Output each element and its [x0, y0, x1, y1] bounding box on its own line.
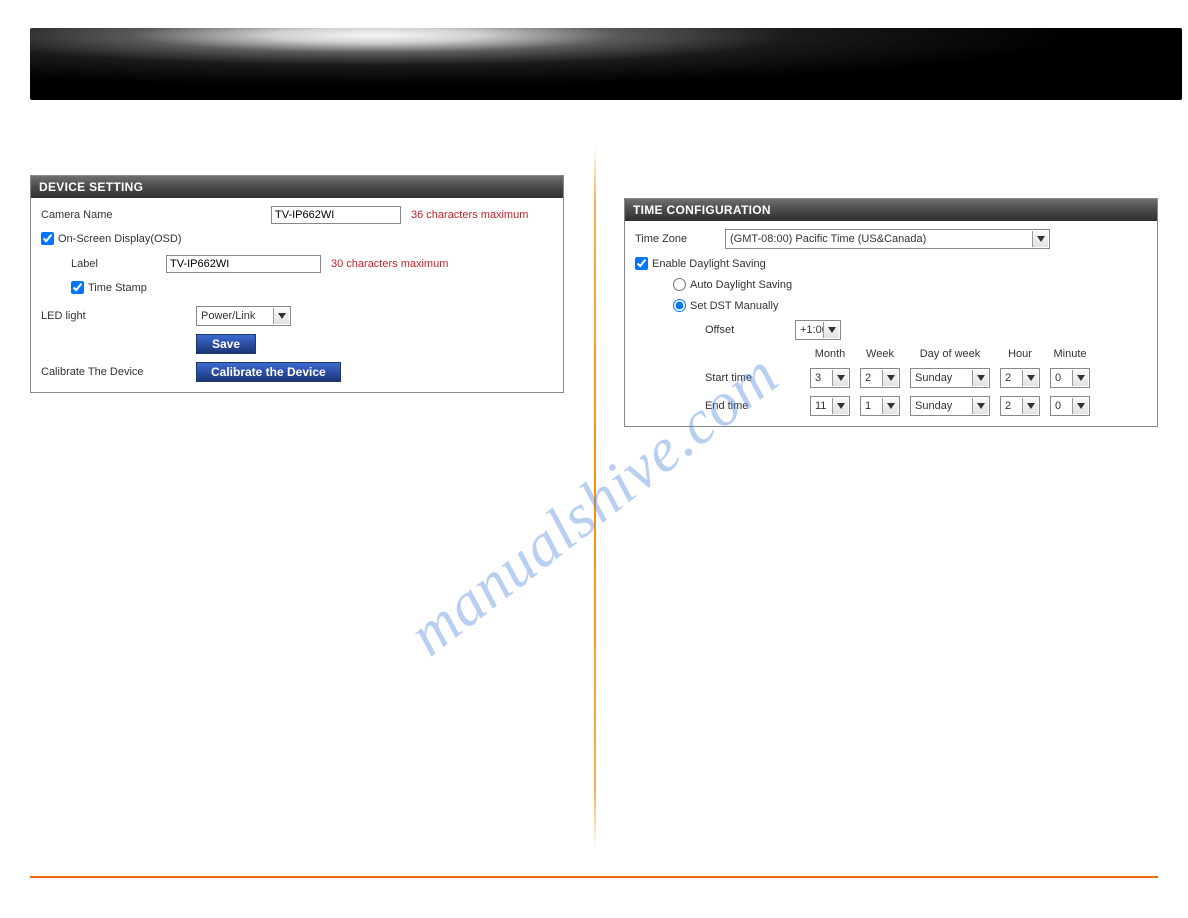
bottom-rule: [30, 876, 1158, 878]
calibrate-button[interactable]: Calibrate the Device: [196, 362, 341, 382]
offset-label: Offset: [705, 324, 795, 336]
save-row: Save: [41, 334, 553, 354]
chevron-down-icon: [972, 370, 988, 386]
calibrate-label: Calibrate The Device: [41, 366, 196, 378]
camera-name-row: Camera Name 36 characters maximum: [41, 206, 553, 224]
start-hour-select[interactable]: 2: [1000, 368, 1040, 388]
manual-dst-radio[interactable]: [673, 299, 686, 312]
chevron-down-icon: [882, 370, 898, 386]
start-week-select[interactable]: 2: [860, 368, 900, 388]
osd-checkbox[interactable]: [41, 232, 54, 245]
end-time-label: End time: [705, 400, 805, 412]
start-month-select[interactable]: 3: [810, 368, 850, 388]
timestamp-checkbox[interactable]: [71, 281, 84, 294]
osd-checkbox-label[interactable]: On-Screen Display(OSD): [41, 232, 181, 245]
end-minute-value: 0: [1055, 400, 1061, 412]
offset-select[interactable]: +1:00: [795, 320, 841, 340]
timestamp-checkbox-label[interactable]: Time Stamp: [71, 281, 147, 294]
enable-dst-row: Enable Daylight Saving: [635, 257, 1147, 270]
start-week-value: 2: [865, 372, 871, 384]
end-week-value: 1: [865, 400, 871, 412]
auto-dst-row: Auto Daylight Saving: [635, 278, 1147, 291]
camera-name-label: Camera Name: [41, 209, 151, 221]
vertical-divider: [594, 145, 596, 848]
device-setting-body: Camera Name 36 characters maximum On-Scr…: [31, 198, 563, 392]
manual-dst-radio-label[interactable]: Set DST Manually: [673, 299, 778, 312]
auto-dst-radio-label[interactable]: Auto Daylight Saving: [673, 278, 792, 291]
start-time-row: Start time 3 2: [635, 368, 1147, 388]
led-row: LED light Power/Link: [41, 306, 553, 326]
manual-dst-text: Set DST Manually: [690, 300, 778, 312]
chevron-down-icon: [823, 322, 839, 338]
end-month-select[interactable]: 11: [810, 396, 850, 416]
label-input[interactable]: [166, 255, 321, 273]
manual-dst-row: Set DST Manually: [635, 299, 1147, 312]
device-setting-panel: DEVICE SETTING Camera Name 36 characters…: [30, 175, 564, 393]
chevron-down-icon: [1022, 370, 1038, 386]
start-dow-select[interactable]: Sunday: [910, 368, 990, 388]
start-time-label: Start time: [705, 372, 805, 384]
right-column: TIME CONFIGURATION Time Zone (GMT-08:00)…: [594, 150, 1188, 858]
timezone-select[interactable]: (GMT-08:00) Pacific Time (US&Canada): [725, 229, 1050, 249]
chevron-down-icon: [273, 308, 289, 324]
col-hour: Hour: [995, 348, 1045, 360]
chevron-down-icon: [882, 398, 898, 414]
timezone-label: Time Zone: [635, 233, 725, 245]
end-hour-select[interactable]: 2: [1000, 396, 1040, 416]
timestamp-label-text: Time Stamp: [88, 282, 147, 294]
led-select[interactable]: Power/Link: [196, 306, 291, 326]
chevron-down-icon: [832, 398, 848, 414]
save-button[interactable]: Save: [196, 334, 256, 354]
time-config-header: TIME CONFIGURATION: [625, 199, 1157, 221]
label-label: Label: [71, 258, 166, 270]
led-select-value: Power/Link: [201, 310, 255, 322]
end-hour-value: 2: [1005, 400, 1011, 412]
label-row: Label 30 characters maximum: [41, 255, 553, 273]
end-minute-select[interactable]: 0: [1050, 396, 1090, 416]
led-label: LED light: [41, 310, 196, 322]
osd-label-text: On-Screen Display(OSD): [58, 233, 181, 245]
end-month-value: 11: [815, 400, 826, 412]
left-column: DEVICE SETTING Camera Name 36 characters…: [0, 150, 594, 858]
label-hint: 30 characters maximum: [331, 258, 448, 270]
end-dow-value: Sunday: [915, 400, 952, 412]
osd-row: On-Screen Display(OSD): [41, 232, 553, 245]
enable-dst-text: Enable Daylight Saving: [652, 258, 766, 270]
chevron-down-icon: [832, 370, 848, 386]
time-config-body: Time Zone (GMT-08:00) Pacific Time (US&C…: [625, 221, 1157, 426]
chevron-down-icon: [972, 398, 988, 414]
camera-name-hint: 36 characters maximum: [411, 209, 528, 221]
end-week-select[interactable]: 1: [860, 396, 900, 416]
auto-dst-text: Auto Daylight Saving: [690, 279, 792, 291]
time-config-panel: TIME CONFIGURATION Time Zone (GMT-08:00)…: [624, 198, 1158, 427]
camera-name-input[interactable]: [271, 206, 401, 224]
calibrate-row: Calibrate The Device Calibrate the Devic…: [41, 362, 553, 382]
timezone-row: Time Zone (GMT-08:00) Pacific Time (US&C…: [635, 229, 1147, 249]
chevron-down-icon: [1032, 231, 1048, 247]
enable-dst-label[interactable]: Enable Daylight Saving: [635, 257, 766, 270]
start-month-value: 3: [815, 372, 821, 384]
start-minute-select[interactable]: 0: [1050, 368, 1090, 388]
start-minute-value: 0: [1055, 372, 1061, 384]
enable-dst-checkbox[interactable]: [635, 257, 648, 270]
start-dow-value: Sunday: [915, 372, 952, 384]
dst-columns-header: Month Week Day of week Hour Minute: [635, 348, 1147, 360]
col-week: Week: [855, 348, 905, 360]
start-hour-value: 2: [1005, 372, 1011, 384]
device-setting-header: DEVICE SETTING: [31, 176, 563, 198]
chevron-down-icon: [1072, 398, 1088, 414]
top-banner: [30, 28, 1182, 100]
timezone-value: (GMT-08:00) Pacific Time (US&Canada): [730, 233, 926, 245]
chevron-down-icon: [1072, 370, 1088, 386]
offset-row: Offset +1:00: [635, 320, 1147, 340]
col-minute: Minute: [1045, 348, 1095, 360]
chevron-down-icon: [1022, 398, 1038, 414]
end-dow-select[interactable]: Sunday: [910, 396, 990, 416]
col-dow: Day of week: [905, 348, 995, 360]
timestamp-row: Time Stamp: [41, 281, 553, 294]
col-month: Month: [805, 348, 855, 360]
end-time-row: End time 11 1: [635, 396, 1147, 416]
auto-dst-radio[interactable]: [673, 278, 686, 291]
